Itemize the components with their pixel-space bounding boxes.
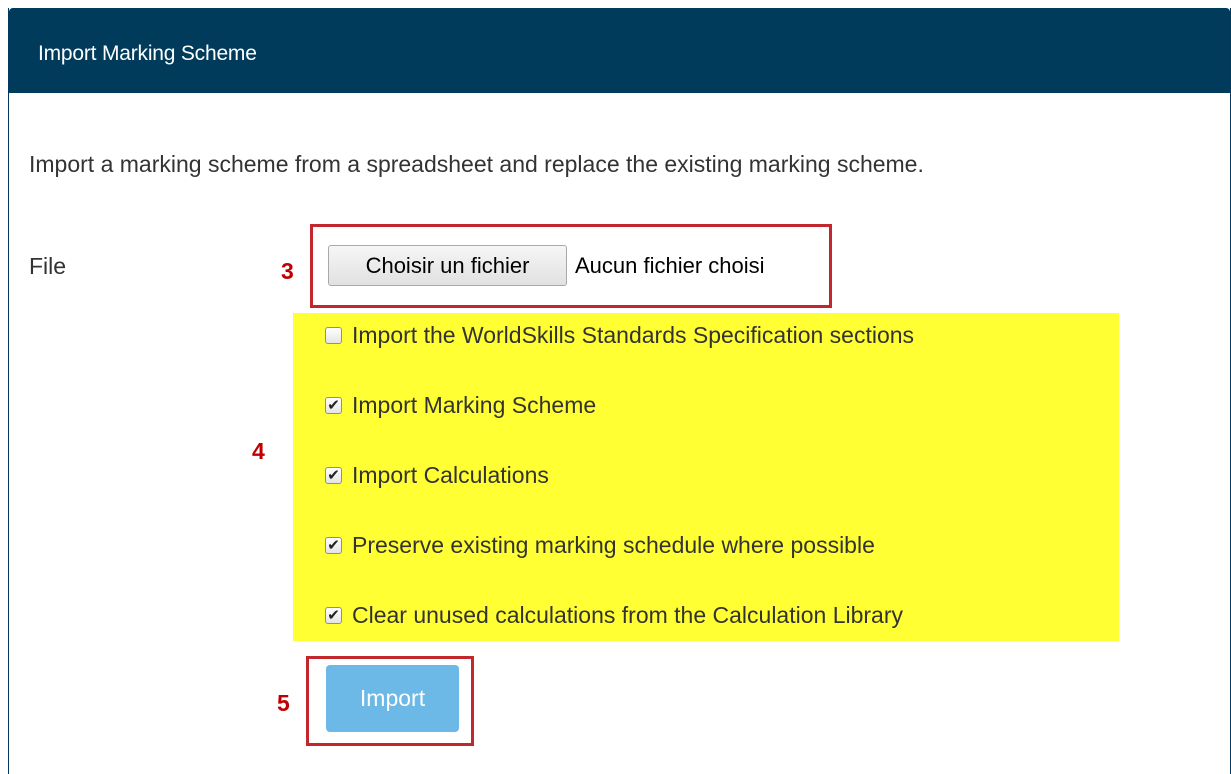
step-number-5: 5	[277, 690, 290, 716]
option-label: Import Marking Scheme	[352, 391, 597, 418]
step-number-3: 3	[281, 258, 294, 284]
import-button[interactable]: Import	[326, 665, 459, 732]
check-icon: ✔	[327, 535, 340, 554]
option-label: Import the WorldSkills Standards Specifi…	[352, 321, 915, 348]
option-import-wss-sections[interactable]: Import the WorldSkills Standards Specifi…	[325, 320, 914, 350]
option-label: Preserve existing marking schedule where…	[352, 531, 875, 558]
checkbox[interactable]: ✔	[325, 395, 342, 414]
panel-title: Import Marking Scheme	[38, 42, 257, 65]
checkbox[interactable]: ✔	[325, 535, 342, 554]
panel-description: Import a marking scheme from a spreadshe…	[29, 151, 924, 177]
checkbox[interactable]: ✔	[325, 465, 342, 484]
check-icon: ✔	[327, 605, 340, 624]
file-status-text: Aucun fichier choisi	[575, 253, 765, 278]
step-number-4: 4	[252, 438, 265, 464]
panel-header: Import Marking Scheme	[9, 8, 1230, 93]
option-import-calculations[interactable]: ✔ Import Calculations	[325, 460, 549, 490]
checkbox[interactable]: ✔	[325, 605, 342, 624]
option-preserve-marking-schedule[interactable]: ✔ Preserve existing marking schedule whe…	[325, 530, 875, 560]
option-clear-unused-calculations[interactable]: ✔ Clear unused calculations from the Cal…	[325, 600, 903, 630]
check-icon: ✔	[327, 395, 340, 414]
option-import-marking-scheme[interactable]: ✔ Import Marking Scheme	[325, 390, 596, 420]
checkbox[interactable]	[325, 326, 342, 344]
choose-file-button[interactable]: Choisir un fichier	[328, 245, 567, 286]
check-icon: ✔	[327, 465, 340, 484]
option-label: Import Calculations	[352, 461, 549, 488]
file-label: File	[29, 253, 67, 279]
option-label: Clear unused calculations from the Calcu…	[352, 601, 904, 628]
